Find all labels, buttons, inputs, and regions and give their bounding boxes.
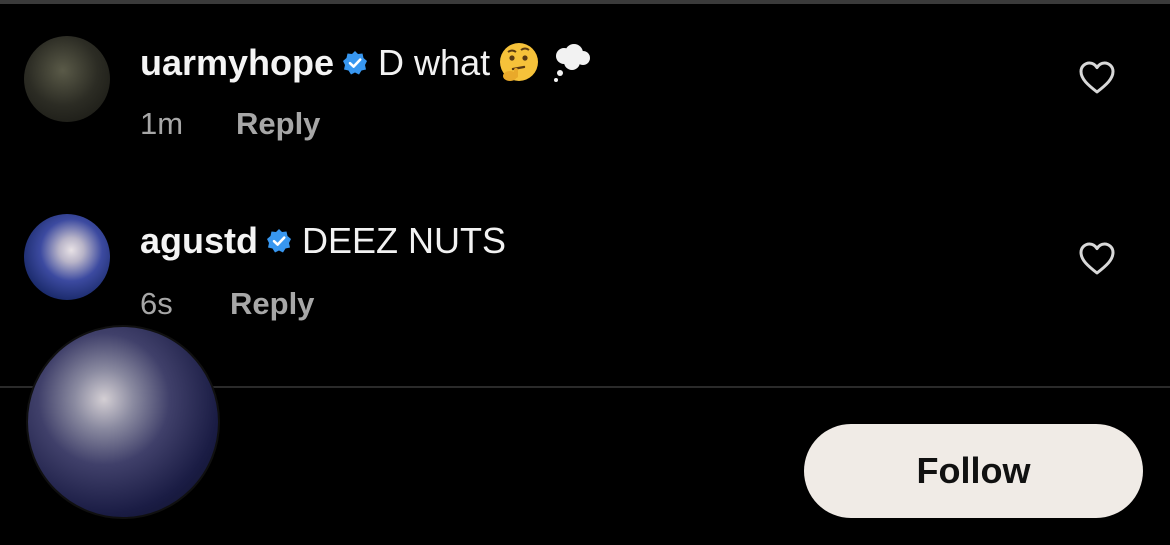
comment-text: DEEZ NUTS [302, 220, 507, 261]
reply-button[interactable]: Reply [230, 286, 314, 322]
verified-badge-icon [267, 229, 292, 253]
thought-balloon-icon [554, 44, 591, 82]
avatar[interactable] [24, 214, 110, 300]
comment-time: 6s [140, 286, 173, 321]
comment-time: 1m [140, 106, 184, 141]
comment-username[interactable]: agustd [140, 220, 258, 262]
like-heart-icon[interactable] [1078, 241, 1116, 277]
avatar[interactable] [24, 36, 110, 122]
like-heart-icon[interactable] [1078, 60, 1116, 96]
comment-username[interactable]: uarmyhope [140, 42, 334, 84]
reply-button[interactable]: Reply [236, 106, 320, 142]
verified-badge-icon [343, 51, 368, 75]
top-divider [0, 0, 1170, 4]
thinking-face-icon [500, 43, 539, 81]
follow-button[interactable]: Follow [804, 424, 1143, 518]
profile-picture[interactable] [26, 325, 220, 519]
comment-text: D what [378, 42, 491, 83]
